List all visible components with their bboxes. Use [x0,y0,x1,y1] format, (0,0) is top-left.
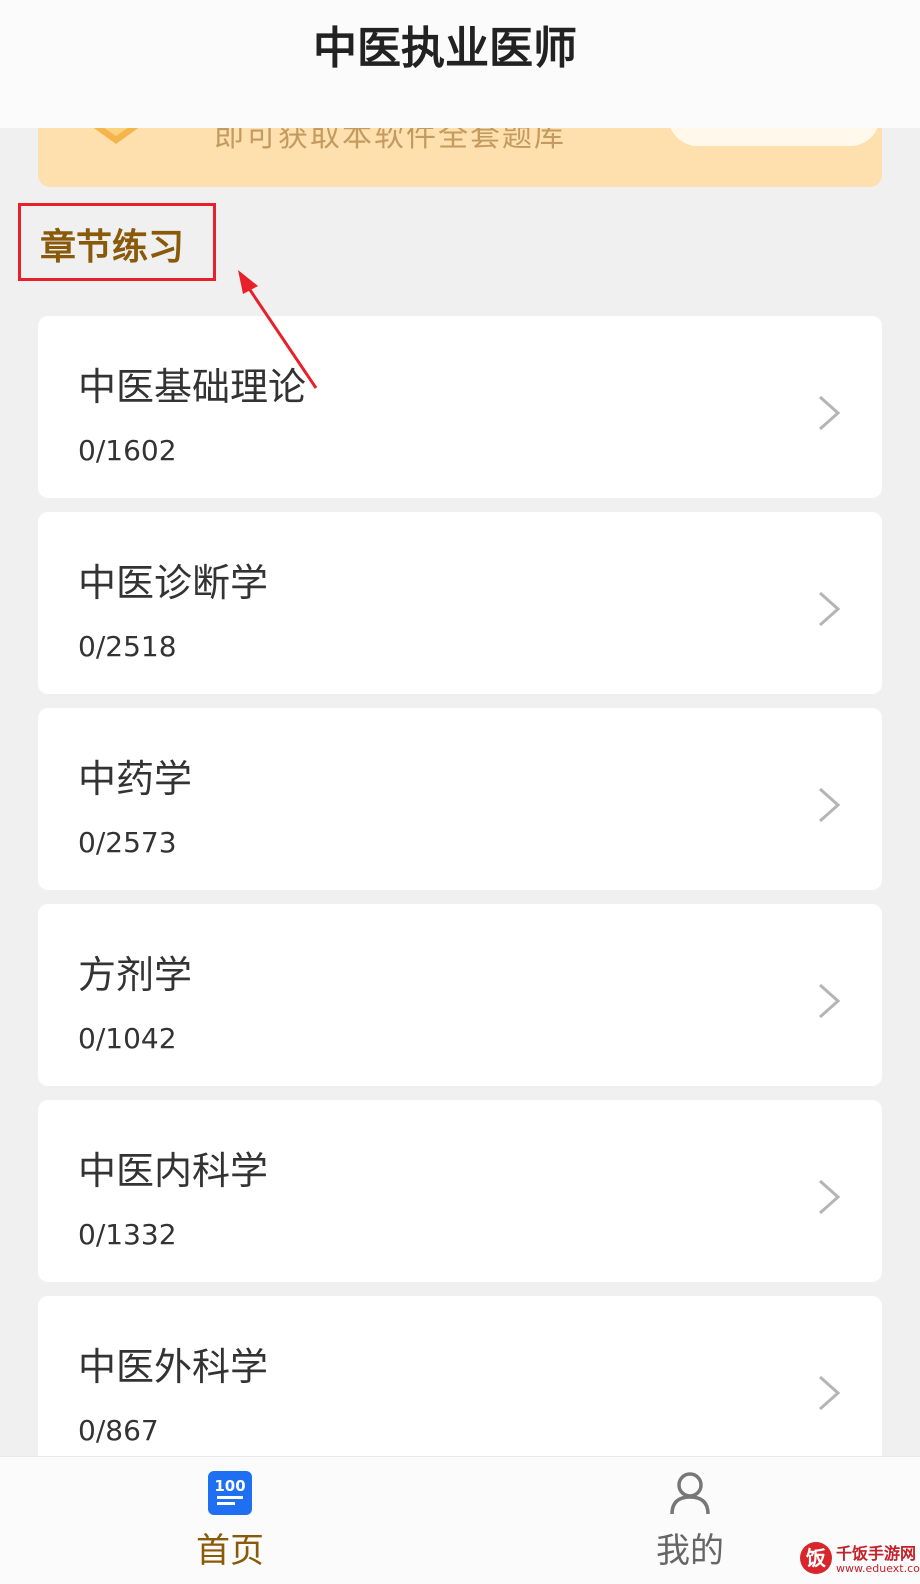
chevron-right-icon [819,1179,841,1215]
chapter-name: 中医内科学 [78,1149,269,1193]
chevron-right-icon [819,787,841,823]
chapter-name: 方剂学 [78,953,193,997]
chapter-progress: 0/2518 [78,630,177,663]
tab-mine-label: 我的 [656,1531,724,1571]
question-bank-icon: 100 [208,1471,252,1515]
chapter-name: 中医基础理论 [78,365,307,409]
chapter-card[interactable]: 中医基础理论 0/1602 [38,316,882,498]
svg-text:100: 100 [214,1477,245,1495]
section-title: 章节练习 [40,227,185,268]
bottom-tab-bar: 100 首页 我的 [0,1456,920,1584]
watermark-badge: 饭 [800,1542,832,1574]
person-icon [670,1472,710,1515]
chapter-progress: 0/1602 [78,434,177,467]
chevron-right-icon [819,983,841,1019]
chevron-right-icon [819,1375,841,1411]
watermark-url: www.eduext.com [836,1562,920,1575]
tab-home-label: 首页 [196,1531,264,1571]
tab-mine[interactable]: 我的 [590,1457,790,1584]
tab-home[interactable]: 100 首页 [130,1457,330,1584]
chapter-card[interactable]: 中药学 0/2573 [38,708,882,890]
chapter-card[interactable]: 中医外科学 0/867 [38,1296,882,1478]
chapter-name: 中医外科学 [78,1345,269,1389]
chapter-card[interactable]: 方剂学 0/1042 [38,904,882,1086]
chapter-name: 中医诊断学 [78,561,269,605]
chapter-name: 中药学 [78,757,193,801]
chevron-right-icon [819,395,841,431]
chevron-right-icon [819,591,841,627]
chapter-card[interactable]: 中医诊断学 0/2518 [38,512,882,694]
site-watermark: 饭 千饭手游网 www.eduext.com [798,1538,920,1584]
chapter-progress: 0/1042 [78,1022,177,1055]
page-title: 中医执业医师 [313,23,577,74]
app-header: 中医执业医师 [0,0,920,128]
chapter-card[interactable]: 中医内科学 0/1332 [38,1100,882,1282]
chapter-progress: 0/867 [78,1414,159,1447]
chapter-progress: 0/2573 [78,826,177,859]
chapter-progress: 0/1332 [78,1218,177,1251]
watermark-name: 千饭手游网 [836,1544,917,1563]
